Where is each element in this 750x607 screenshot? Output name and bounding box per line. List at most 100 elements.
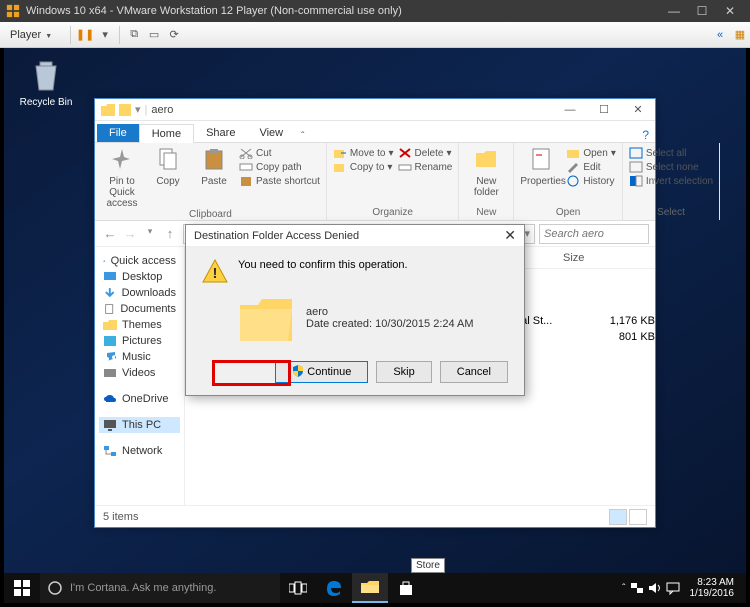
select-all-button[interactable]: Select all [629,147,713,159]
explorer-maximize[interactable]: ☐ [587,100,621,120]
dialog-close[interactable]: ✕ [504,227,516,244]
open-icon [566,147,580,159]
pin-button[interactable]: Pin to Quick access [101,147,143,209]
nav-videos[interactable]: Videos [99,365,180,381]
nav-downloads[interactable]: Downloads [99,285,180,301]
vmware-maximize[interactable]: ☐ [688,4,716,18]
ribbon: Pin to Quick access Copy Paste Cut Copy … [95,143,655,221]
tab-share[interactable]: Share [194,124,247,142]
explorer-button[interactable] [352,573,388,603]
move-icon [333,147,347,159]
navigation-pane: Quick access Desktop Downloads Documents… [95,247,185,505]
delete-icon [398,147,412,159]
vm-settings-button[interactable]: ▦ [730,25,750,45]
tab-view[interactable]: View [247,124,295,142]
tab-file[interactable]: File [97,124,139,142]
player-menu[interactable]: Player [0,29,66,41]
nav-pictures[interactable]: Pictures [99,333,180,349]
view-details-button[interactable] [609,509,627,525]
edit-button[interactable]: Edit [566,161,616,173]
task-view-button[interactable] [280,573,316,603]
onedrive-icon [103,393,117,405]
invert-selection-button[interactable]: Invert selection [629,175,713,187]
move-to-button[interactable]: Move to ▾ [333,147,394,159]
action-center-tray-icon[interactable] [666,581,680,595]
tray-chevron[interactable]: ˆ [622,583,625,594]
skip-button[interactable]: Skip [376,361,431,383]
desktop[interactable]: Recycle Bin ▾ | aero — ☐ ✕ File Home Sha… [4,48,746,603]
explorer-close[interactable]: ✕ [621,100,655,120]
folder-icon [103,319,117,331]
copy-to-button[interactable]: Copy to ▾ [333,161,394,173]
vmware-close[interactable]: ✕ [716,4,744,18]
cancel-button[interactable]: Cancel [440,361,508,383]
nav-themes[interactable]: Themes [99,317,180,333]
dialog-titlebar[interactable]: Destination Folder Access Denied ✕ [186,225,524,247]
properties-icon [529,147,553,171]
music-icon [103,351,117,363]
copy-path-button[interactable]: Copy path [239,161,320,173]
nav-documents[interactable]: Documents [99,301,180,317]
edge-button[interactable] [316,573,352,603]
copy-to-icon [333,161,347,173]
store-button[interactable] [388,573,424,603]
paste-shortcut-button[interactable]: Paste shortcut [239,175,320,187]
nav-back[interactable]: ← [101,226,119,241]
cut-button[interactable]: Cut [239,147,320,159]
nav-desktop[interactable]: Desktop [99,269,180,285]
folder-icon [101,104,115,116]
delete-button[interactable]: Delete ▾ [398,147,453,159]
paste-button[interactable]: Paste [193,147,235,209]
vm-prev-button[interactable]: « [710,25,730,45]
nav-music[interactable]: Music [99,349,180,365]
vm-unity-button[interactable]: ⧉ [124,25,144,45]
vm-fullscreen-button[interactable]: ▭ [144,25,164,45]
start-button[interactable] [4,573,40,603]
vm-pause-button[interactable]: ❚❚ [75,25,95,45]
history-button[interactable]: History [566,175,616,187]
open-button[interactable]: Open ▾ [566,147,616,159]
search-input[interactable] [539,224,649,244]
warning-icon: ! [202,259,228,283]
copy-button[interactable]: Copy [147,147,189,209]
explorer-title: aero [151,104,173,116]
nav-this-pc[interactable]: This PC [99,417,180,433]
dialog-message: You need to confirm this operation. [238,259,408,271]
volume-tray-icon[interactable] [648,581,662,595]
star-icon [103,255,106,267]
ribbon-help[interactable]: ? [636,128,655,142]
vmware-icon [6,4,20,18]
nav-recent[interactable]: ▾ [141,226,159,241]
new-folder-button[interactable]: New folder [465,147,507,198]
downloads-icon [103,287,117,299]
nav-network[interactable]: Network [99,443,180,459]
select-none-button[interactable]: Select none [629,161,713,173]
vm-power-button[interactable]: ▾ [95,25,115,45]
explorer-minimize[interactable]: — [553,100,587,120]
cortana-search[interactable]: I'm Cortana. Ask me anything. [40,573,280,603]
explorer-titlebar[interactable]: ▾ | aero — ☐ ✕ [95,99,655,121]
recycle-bin[interactable]: Recycle Bin [16,58,76,108]
videos-icon [103,367,117,379]
properties-button[interactable]: Properties [520,147,562,187]
vm-cycle-button[interactable]: ⟳ [164,25,184,45]
view-icons-button[interactable] [629,509,647,525]
select-none-icon [629,161,643,173]
edge-icon [325,579,343,597]
history-icon [566,175,580,187]
network-tray-icon[interactable] [630,581,644,595]
taskbar-clock[interactable]: 8:23 AM 1/19/2016 [684,577,741,599]
desktop-icon [103,271,117,283]
vmware-minimize[interactable]: — [660,4,688,18]
nav-quick-access[interactable]: Quick access [99,253,180,269]
rename-button[interactable]: Rename [398,161,453,173]
nav-forward[interactable]: → [121,226,139,241]
network-icon [103,445,117,457]
nav-onedrive[interactable]: OneDrive [99,391,180,407]
store-icon [398,580,414,596]
nav-up[interactable]: ↑ [161,226,179,241]
ribbon-collapse[interactable]: ˆ [295,131,310,142]
column-size[interactable]: Size [555,252,592,264]
qa-folder-icon [119,104,131,116]
tab-home[interactable]: Home [139,124,194,143]
